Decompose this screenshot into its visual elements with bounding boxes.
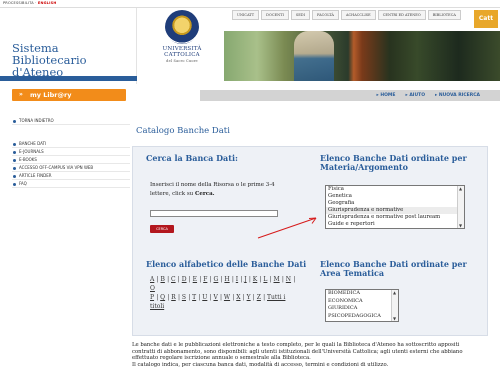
language-separator: · — [35, 1, 37, 5]
letter-q-link[interactable]: Q — [160, 294, 165, 301]
topnav-facolta[interactable]: FACOLTÀ — [312, 10, 339, 20]
letter-d-link[interactable]: D — [182, 276, 187, 283]
topnav-biblioteca[interactable]: BIBLIOTECA — [427, 10, 461, 20]
university-name: UNIVERSITÀ CATTOLICA del Sacro Cuore — [157, 46, 207, 64]
area-heading: Elenco Banche Dati ordinate per Area Tem… — [320, 260, 467, 278]
sidebar-item-article-finder[interactable]: ARTICLE FINDER — [12, 172, 130, 180]
letter-x-link[interactable]: X — [236, 294, 240, 301]
sidebar: TORNA INDIETRO BANCHE DATI E-JOURNALS E-… — [12, 117, 130, 188]
sidebar-item-back[interactable]: TORNA INDIETRO — [12, 117, 130, 125]
catt-badge[interactable]: Catt — [474, 10, 498, 28]
page-title: Catalogo Banche Dati — [136, 126, 230, 136]
letter-g-link[interactable]: G — [213, 276, 218, 283]
top-strip: PROCESSIBILITA · ENGLISH — [0, 0, 500, 8]
list-item[interactable]: PSICOPEDAGOGICA — [326, 313, 398, 321]
nav-help-link[interactable]: AIUTO — [406, 93, 425, 98]
catalog-footer-note: Le banche dati e le pubblicazioni elettr… — [132, 342, 494, 368]
top-navigation: UNICATT DOCENTI SEDI FACOLTÀ ACHACCLISE … — [232, 10, 461, 20]
letter-u-link[interactable]: U — [202, 294, 207, 301]
search-heading: Cerca la Banca Dati: — [146, 153, 238, 163]
letter-p-link[interactable]: P — [150, 294, 154, 301]
footer-line-1: Le banche dati e le pubblicazioni elettr… — [132, 342, 460, 348]
list-item[interactable]: Giurisprudenza e normative — [326, 207, 464, 214]
letter-j-link[interactable]: J — [244, 276, 246, 283]
university-subtitle: del Sacro Cuore — [166, 59, 198, 63]
letter-c-link[interactable]: C — [171, 276, 176, 283]
area-heading-line-2: Area Tematica — [320, 268, 385, 278]
university-logo[interactable]: UNIVERSITÀ CATTOLICA del Sacro Cuore — [157, 10, 207, 70]
accessibility-link[interactable]: PROCESSIBILITA — [3, 1, 34, 5]
letter-e-link[interactable]: E — [193, 276, 197, 283]
area-listbox-scrollbar[interactable] — [391, 290, 398, 321]
nav-new-search-link[interactable]: NUOVA RICERCA — [435, 93, 480, 98]
action-navbar: HOME AIUTO NUOVA RICERCA — [200, 90, 500, 101]
subject-heading: Elenco Banche Dati ordinate per Materia/… — [320, 154, 467, 172]
university-seal-icon — [165, 10, 199, 44]
sidebar-item-faq[interactable]: FAQ — [12, 180, 130, 188]
search-instruction-line-1: Inserisci il nome della Risorsa o le pri… — [150, 182, 275, 188]
search-button[interactable]: CERCA — [150, 225, 174, 233]
sidebar-item-e-journals[interactable]: E-JOURNALS — [12, 148, 130, 156]
header-separator-bar — [0, 76, 137, 81]
subject-listbox[interactable]: Fisica Genetica Geografia Giurisprudenza… — [325, 185, 465, 229]
search-instructions: Inserisci il nome della Risorsa o le pri… — [150, 181, 300, 199]
alphabet-row-2: P | Q | R | S | T | U | V | W | X | Y | Z | Tutti i… — [150, 294, 286, 310]
english-link[interactable]: ENGLISH — [38, 1, 57, 5]
letter-i-link[interactable]: I — [236, 276, 238, 283]
letter-r-link[interactable]: R — [171, 294, 176, 301]
letter-o-link[interactable]: O — [150, 285, 155, 292]
area-listbox[interactable]: BIOMEDICA ECONOMICA GIURIDICA PSICOPEDAG… — [325, 289, 399, 322]
list-item[interactable]: Geografia — [326, 200, 464, 207]
footer-line-4: Il catalogo indica, per ciascuna banca d… — [132, 361, 389, 368]
topnav-achacclise[interactable]: ACHACCLISE — [340, 10, 376, 20]
letter-y-link[interactable]: Y — [247, 294, 251, 301]
list-item[interactable]: Guide e repertori — [326, 221, 464, 228]
sidebar-item-banche-dati[interactable]: BANCHE DATI — [12, 140, 130, 148]
letter-s-link[interactable]: S — [182, 294, 186, 301]
letter-a-link[interactable]: A — [150, 276, 154, 283]
list-item[interactable]: BIOMEDICA — [326, 290, 398, 298]
topnav-unicatt[interactable]: UNICATT — [232, 10, 260, 20]
sidebar-item-e-books[interactable]: E-BOOKS — [12, 156, 130, 164]
my-library-button[interactable]: my Libr@ry — [12, 89, 126, 101]
nav-home-link[interactable]: HOME — [377, 93, 395, 98]
letter-z-link[interactable]: Z — [257, 294, 261, 301]
letter-n-link[interactable]: N — [286, 276, 291, 283]
letter-h-link[interactable]: H — [224, 276, 229, 283]
list-item[interactable]: ECONOMICA — [326, 298, 398, 306]
list-item[interactable]: Genetica — [326, 193, 464, 200]
subject-heading-line-2: Materia/Argomento — [320, 162, 408, 172]
letter-m-link[interactable]: M — [274, 276, 280, 283]
subject-listbox-scrollbar[interactable] — [457, 186, 464, 228]
language-switch[interactable]: PROCESSIBILITA · ENGLISH — [3, 1, 56, 5]
letter-l-link[interactable]: L — [263, 276, 267, 283]
search-instruction-line-2: lettere, click su — [150, 191, 195, 197]
list-item[interactable]: Giurisprudenza e normative post lauream — [326, 214, 464, 221]
list-item[interactable]: GIURIDICA — [326, 305, 398, 313]
header-photo — [224, 31, 500, 81]
search-instruction-bold: Cerca. — [194, 191, 215, 197]
red-arrow-annotation — [257, 217, 317, 239]
letter-b-link[interactable]: B — [160, 276, 164, 283]
letter-k-link[interactable]: K — [253, 276, 257, 283]
topnav-centri[interactable]: CENTRI ED ATENEO — [377, 10, 426, 20]
sidebar-item-vpn[interactable]: ACCESSO OFF-CAMPUS VIA VPN WEB — [12, 164, 130, 172]
alphabetical-heading: Elenco alfabetico delle Banche Dati — [146, 259, 307, 269]
letter-v-link[interactable]: V — [213, 294, 217, 301]
topnav-docenti[interactable]: DOCENTI — [261, 10, 289, 20]
list-item[interactable]: Fisica — [326, 186, 464, 193]
letter-f-link[interactable]: F — [203, 276, 207, 283]
alphabet-row-1: A | B | C | D | E | F | G | H | I | J | K | L | M | N… — [150, 276, 296, 292]
letter-t-link[interactable]: T — [192, 294, 196, 301]
topnav-sedi[interactable]: SEDI — [290, 10, 311, 20]
letter-w-link[interactable]: W — [224, 294, 230, 301]
site-title[interactable]: Sistema Bibliotecario d'Ateneo — [12, 42, 87, 78]
alphabet-index: A | B | C | D | E | F | G | H | I | J | K | L | M | N… — [150, 275, 300, 311]
